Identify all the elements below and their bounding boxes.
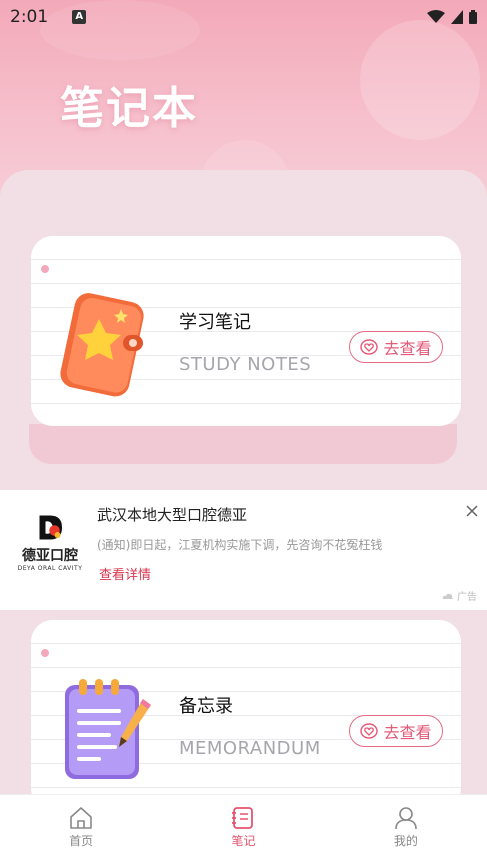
tab-label: 笔记 bbox=[231, 833, 256, 848]
status-bar: 2:01 A bbox=[0, 0, 487, 34]
a-icon: A bbox=[72, 10, 87, 24]
view-button-label: 去查看 bbox=[383, 723, 432, 742]
view-memorandum-button[interactable]: 去查看 bbox=[349, 715, 443, 747]
ad-banner[interactable]: 德亚口腔 DEYA ORAL CAVITY 武汉本地大型口腔德亚 (通知)即日起… bbox=[0, 490, 487, 610]
ad-details-link[interactable]: 查看详情 bbox=[99, 564, 151, 583]
cloud-icon bbox=[442, 593, 453, 599]
status-icons bbox=[427, 10, 477, 24]
study-notes-card[interactable]: 学习笔记 STUDY NOTES 去查看 bbox=[25, 236, 465, 466]
card-title: 学习笔记 bbox=[179, 312, 251, 333]
wifi-icon bbox=[427, 10, 445, 23]
user-icon bbox=[395, 806, 417, 829]
ad-description: (通知)即日起，江夏机构实施下调，先咨询不花冤枉钱 bbox=[97, 538, 383, 552]
tab-label: 我的 bbox=[393, 833, 418, 848]
view-button-label: 去查看 bbox=[383, 339, 432, 358]
ad-brand-cn: 德亚口腔 bbox=[22, 548, 78, 564]
brand-logo-icon bbox=[39, 515, 62, 540]
home-icon bbox=[70, 806, 92, 829]
heart-icon bbox=[360, 723, 379, 739]
tab-profile[interactable]: 我的 bbox=[325, 795, 487, 867]
view-study-notes-button[interactable]: 去查看 bbox=[349, 331, 443, 363]
signal-icon bbox=[451, 10, 463, 24]
page-title: 笔记本 bbox=[60, 83, 198, 134]
decor-bubble bbox=[360, 20, 480, 140]
card-shadow bbox=[29, 424, 457, 464]
tab-label: 首页 bbox=[69, 833, 94, 848]
ad-label-text: 广告 bbox=[457, 592, 477, 603]
pin-icon bbox=[39, 647, 51, 659]
status-time: 2:01 bbox=[10, 7, 49, 27]
card-subtitle: STUDY NOTES bbox=[179, 354, 312, 375]
ad-brand-en: DEYA ORAL CAVITY bbox=[17, 565, 83, 572]
notes-icon bbox=[232, 806, 254, 829]
ad-logo: 德亚口腔 DEYA ORAL CAVITY bbox=[14, 514, 86, 572]
memo-pencil-icon bbox=[65, 679, 151, 779]
card-title: 备忘录 bbox=[179, 696, 233, 717]
tab-notes[interactable]: 笔记 bbox=[162, 795, 324, 867]
tab-home[interactable]: 首页 bbox=[0, 795, 162, 867]
battery-icon bbox=[469, 10, 477, 24]
memorandum-card[interactable]: 备忘录 MEMORANDUM 去查看 bbox=[25, 620, 465, 810]
close-icon[interactable] bbox=[465, 504, 479, 518]
notebook-star-icon bbox=[60, 293, 144, 397]
heart-icon bbox=[360, 339, 379, 355]
bottom-tab-bar: 首页 笔记 我的 bbox=[0, 794, 487, 867]
pin-icon bbox=[39, 263, 51, 275]
ad-title: 武汉本地大型口腔德亚 bbox=[97, 506, 248, 524]
card-subtitle: MEMORANDUM bbox=[179, 738, 321, 759]
ad-label: 广告 bbox=[442, 588, 477, 603]
